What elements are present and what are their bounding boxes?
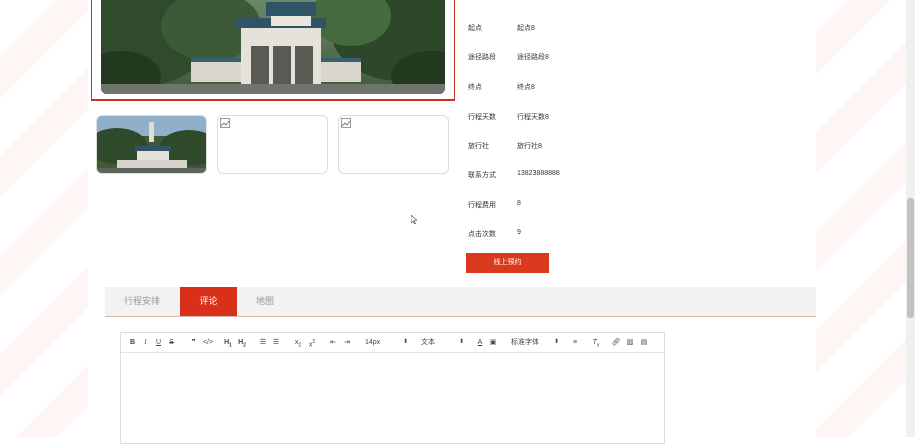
- info-value: 9: [517, 229, 521, 236]
- indent-icon[interactable]: ⇥: [342, 333, 352, 352]
- info-value: 8: [517, 200, 521, 207]
- strike-icon[interactable]: S: [167, 333, 176, 352]
- info-row-contact: 联系方式 13823888888: [468, 170, 768, 184]
- superscript-icon[interactable]: x2: [307, 333, 317, 352]
- info-row-start: 起点 起点8: [468, 23, 768, 37]
- bullet-list-icon[interactable]: ☰: [271, 333, 281, 352]
- tab-comments[interactable]: 评论: [180, 287, 237, 316]
- thumbnail-1[interactable]: [96, 115, 207, 174]
- info-row-cost: 行程费用 8: [468, 200, 768, 214]
- background-color-icon[interactable]: ▣: [488, 333, 498, 352]
- scenic-gate-photo: [101, 0, 445, 94]
- blockquote-icon[interactable]: ❞: [189, 333, 198, 352]
- italic-icon[interactable]: I: [141, 333, 150, 352]
- broken-image-icon: [220, 118, 230, 128]
- comment-editor[interactable]: B I U S ❞ </> H1 H2 ☰ ☰ x2 x2 ⇤ ⇥ 14px ⬍…: [120, 332, 665, 444]
- info-label: 行程费用: [468, 202, 496, 209]
- info-value: 起点8: [517, 25, 535, 32]
- chevron-updown-icon: ⬍: [402, 339, 408, 345]
- heading-1-icon[interactable]: H1: [222, 333, 234, 352]
- tab-map[interactable]: 地图: [245, 287, 285, 316]
- clear-format-icon[interactable]: Tx: [591, 333, 601, 352]
- info-row-route: 途径路段 途径路段8: [468, 52, 768, 66]
- video-icon[interactable]: ▤: [639, 333, 649, 352]
- info-label: 行程天数: [468, 114, 496, 121]
- info-row-cut: [468, 0, 768, 8]
- broken-image-icon: [341, 118, 351, 128]
- info-row-agency: 旅行社 旅行社8: [468, 141, 768, 155]
- main-photo: [101, 0, 445, 94]
- font-size-select[interactable]: 14px ⬍: [365, 333, 408, 352]
- info-label: 联系方式: [468, 172, 496, 179]
- font-color-icon[interactable]: A: [475, 333, 485, 352]
- info-row-days: 行程天数 行程天数8: [468, 112, 768, 126]
- image-icon[interactable]: ▨: [625, 333, 635, 352]
- font-family-select[interactable]: 标准字体 ⬍: [511, 333, 559, 352]
- info-row-end: 终点 终点8: [468, 82, 768, 96]
- main-image-frame: [91, 0, 455, 101]
- font-size-value: 14px: [365, 339, 381, 346]
- info-label: 终点: [468, 84, 482, 91]
- thumbnail-3[interactable]: [338, 115, 449, 174]
- subscript-icon[interactable]: x2: [293, 333, 303, 352]
- info-value: 终点8: [517, 84, 535, 91]
- page-scrollbar[interactable]: [906, 0, 915, 437]
- info-label: 起点: [468, 25, 482, 32]
- mouse-cursor-icon: [411, 215, 417, 224]
- info-value: 行程天数8: [517, 114, 549, 121]
- info-value: 13823888888: [517, 170, 560, 177]
- text-style-value: 文本: [421, 339, 435, 346]
- ordered-list-icon[interactable]: ☰: [258, 333, 268, 352]
- info-label: 途径路段: [468, 54, 496, 61]
- underline-icon[interactable]: U: [154, 333, 163, 352]
- thumbnail-photo: [97, 116, 206, 173]
- outdent-icon[interactable]: ⇤: [328, 333, 338, 352]
- text-style-select[interactable]: 文本 ⬍: [421, 333, 464, 352]
- info-value: 旅行社8: [517, 143, 542, 150]
- info-label: 点击次数: [468, 231, 496, 238]
- align-icon[interactable]: ≡: [570, 333, 580, 352]
- chevron-updown-icon: ⬍: [553, 339, 559, 345]
- bold-icon[interactable]: B: [128, 333, 137, 352]
- link-icon[interactable]: 🔗︎: [611, 333, 621, 352]
- editor-toolbar: B I U S ❞ </> H1 H2 ☰ ☰ x2 x2 ⇤ ⇥ 14px ⬍…: [121, 333, 664, 353]
- info-label: 旅行社: [468, 143, 489, 150]
- thumbnail-2[interactable]: [217, 115, 328, 174]
- tab-bar: 行程安排 评论 地图: [105, 287, 816, 317]
- chevron-updown-icon: ⬍: [458, 339, 464, 345]
- code-block-icon[interactable]: </>: [202, 333, 214, 352]
- font-family-value: 标准字体: [511, 339, 539, 346]
- info-row-clicks: 点击次数 9: [468, 229, 768, 243]
- heading-2-icon[interactable]: H2: [236, 333, 248, 352]
- scrollbar-thumb[interactable]: [907, 198, 914, 318]
- info-value: 途径路段8: [517, 54, 549, 61]
- book-online-button[interactable]: 线上预约: [466, 253, 549, 273]
- tab-itinerary[interactable]: 行程安排: [113, 287, 171, 316]
